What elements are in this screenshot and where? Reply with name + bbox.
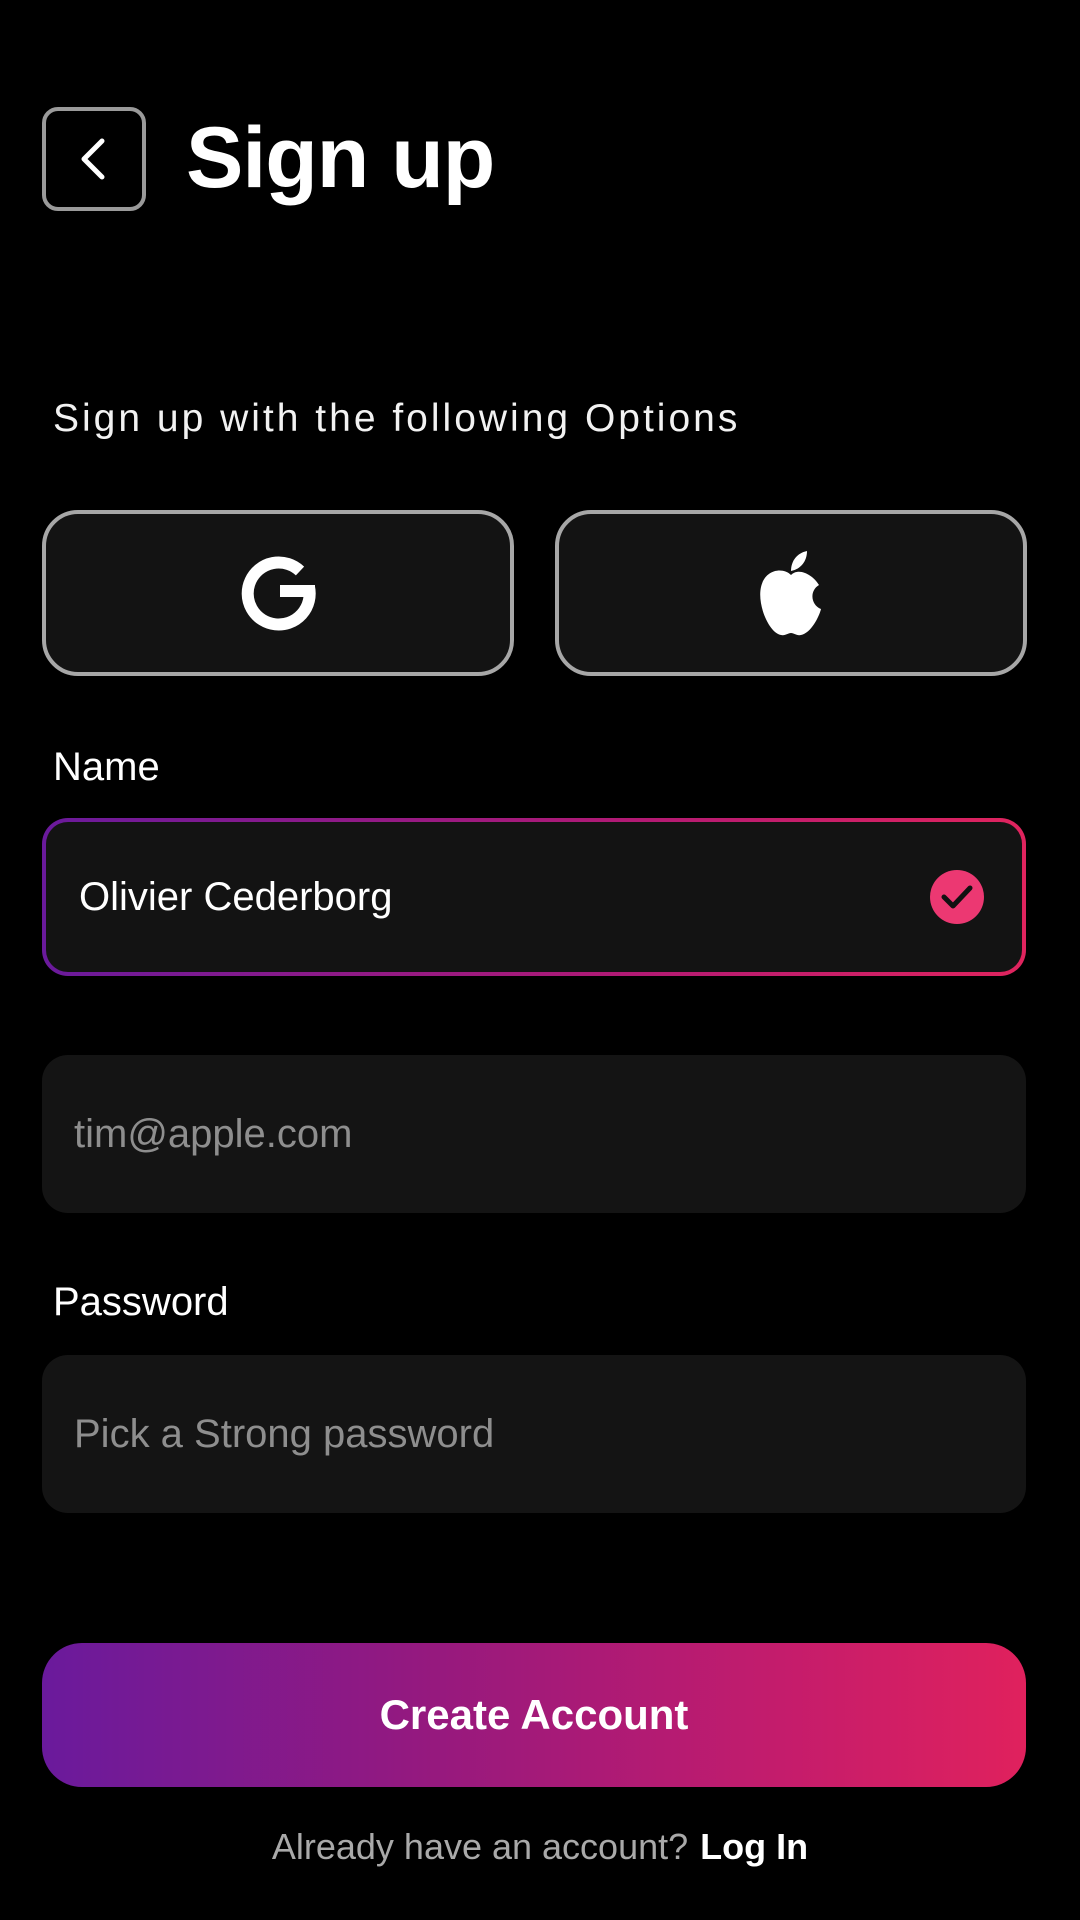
apple-icon [760, 551, 821, 636]
login-prompt-text: Already have an account? [271, 1826, 689, 1867]
chevron-left-icon [81, 138, 105, 180]
login-prompt: Already have an account? Log In [0, 1822, 1080, 1872]
google-signup-button[interactable] [42, 510, 514, 676]
password-field[interactable]: Pick a Strong password [42, 1355, 1026, 1513]
name-field[interactable]: Olivier Cederborg [42, 818, 1026, 976]
options-label: Sign up with the following Options [53, 397, 741, 440]
name-field-inner[interactable]: Olivier Cederborg [46, 822, 1022, 972]
password-placeholder: Pick a Strong password [74, 1411, 495, 1456]
back-button[interactable] [42, 107, 146, 211]
google-icon [241, 556, 316, 631]
name-value[interactable]: Olivier Cederborg [79, 875, 930, 920]
name-label: Name [53, 745, 160, 789]
check-circle-icon [930, 870, 984, 924]
password-label: Password [53, 1280, 229, 1324]
email-field[interactable]: tim@apple.com [42, 1055, 1026, 1213]
create-account-button[interactable]: Create Account [42, 1643, 1026, 1787]
page-title: Sign up [186, 110, 495, 206]
login-link[interactable]: Log In [700, 1826, 808, 1867]
email-placeholder: tim@apple.com [74, 1111, 353, 1156]
apple-signup-button[interactable] [555, 510, 1027, 676]
